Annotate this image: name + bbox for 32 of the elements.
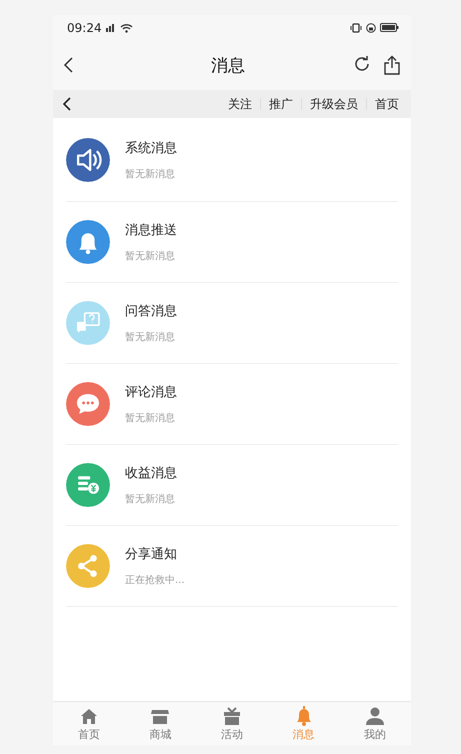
page-title: 消息 <box>210 54 246 76</box>
vibrate-icon <box>350 22 362 32</box>
message-status: 暂无新消息 <box>125 492 176 506</box>
message-title[interactable]: 问答消息 <box>125 302 177 320</box>
message-title[interactable]: 评论消息 <box>125 383 177 401</box>
back-icon[interactable] <box>63 97 73 111</box>
message-title[interactable]: 消息推送 <box>125 221 177 239</box>
person-icon <box>364 705 386 726</box>
message-status: 暂无新消息 <box>125 250 176 263</box>
wifi-icon <box>120 22 133 32</box>
nav-link[interactable]: 关注 <box>220 96 260 112</box>
message-status: 暂无新消息 <box>125 330 176 344</box>
refresh-icon[interactable] <box>353 55 371 73</box>
message-title[interactable]: 系统消息 <box>125 138 177 156</box>
nav-link[interactable]: 推广 <box>261 96 301 112</box>
tab-item[interactable]: 活动 <box>196 702 268 745</box>
message-status: 暂无新消息 <box>125 412 176 425</box>
message-title[interactable]: 分享通知 <box>125 545 185 563</box>
share-icon[interactable] <box>383 55 401 75</box>
message-title[interactable]: 收益消息 <box>125 464 177 482</box>
signal-icon <box>106 23 116 32</box>
nav-link[interactable]: 升级会员 <box>302 96 366 112</box>
tab-item[interactable]: 首页 <box>53 702 125 745</box>
message-status: 正在抢救中... <box>125 574 185 587</box>
lock-icon <box>366 22 376 32</box>
battery-icon <box>380 23 399 32</box>
message-status: 暂无新消息 <box>125 168 176 180</box>
back-icon[interactable] <box>63 56 75 74</box>
tab-item[interactable]: 我的 <box>339 702 411 745</box>
status-time: 09:24 <box>67 20 102 34</box>
tab-item[interactable]: 商城 <box>124 702 196 745</box>
nav-link[interactable]: 首页 <box>367 96 401 112</box>
